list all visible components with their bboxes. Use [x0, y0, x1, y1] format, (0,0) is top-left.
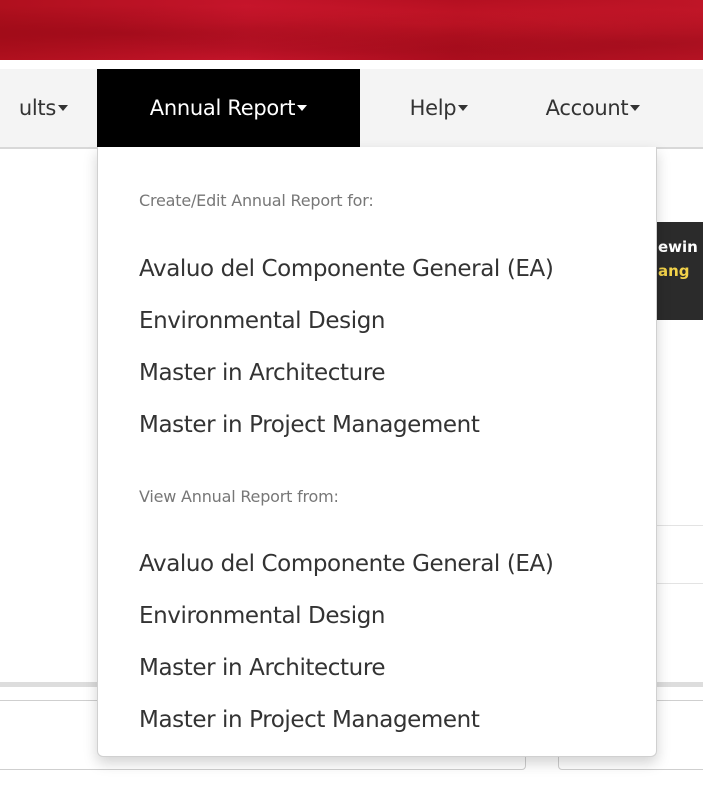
- create-item-master-project-management[interactable]: Master in Project Management: [139, 412, 480, 438]
- annual-report-dropdown: Create/Edit Annual Report for: Avaluo de…: [97, 147, 657, 757]
- notice-text-line2: ang: [658, 262, 690, 280]
- nav-annual-report-label: Annual Report: [149, 96, 296, 120]
- nav-account-label: Account: [545, 96, 629, 120]
- notice-text-line1: ewin: [658, 238, 698, 256]
- nav-help-menu[interactable]: Help: [389, 69, 489, 147]
- caret-down-icon: [458, 105, 469, 111]
- notice-banner: ewin ang: [652, 222, 703, 320]
- background-divider: [0, 682, 97, 687]
- main-navbar: ults Annual Report Help Account: [0, 69, 703, 149]
- create-item-avaluo[interactable]: Avaluo del Componente General (EA): [139, 256, 554, 282]
- header-banner: [0, 0, 703, 60]
- create-edit-header: Create/Edit Annual Report for:: [139, 191, 374, 210]
- create-item-master-architecture[interactable]: Master in Architecture: [139, 360, 386, 386]
- create-item-environmental-design[interactable]: Environmental Design: [139, 308, 385, 334]
- view-item-environmental-design[interactable]: Environmental Design: [139, 603, 385, 629]
- nav-results-menu[interactable]: ults: [0, 69, 68, 147]
- caret-down-icon: [58, 105, 68, 111]
- background-divider: [657, 525, 703, 526]
- nav-results-label: ults: [18, 96, 56, 120]
- view-header: View Annual Report from:: [139, 487, 339, 506]
- view-item-avaluo[interactable]: Avaluo del Componente General (EA): [139, 551, 554, 577]
- view-item-master-project-management[interactable]: Master in Project Management: [139, 707, 480, 733]
- caret-down-icon: [297, 105, 308, 111]
- nav-help-label: Help: [409, 96, 457, 120]
- nav-annual-report-menu[interactable]: Annual Report: [97, 69, 360, 147]
- background-divider: [657, 682, 703, 687]
- background-divider: [657, 583, 703, 584]
- nav-account-menu[interactable]: Account: [518, 69, 668, 147]
- view-item-master-architecture[interactable]: Master in Architecture: [139, 655, 386, 681]
- caret-down-icon: [630, 105, 641, 111]
